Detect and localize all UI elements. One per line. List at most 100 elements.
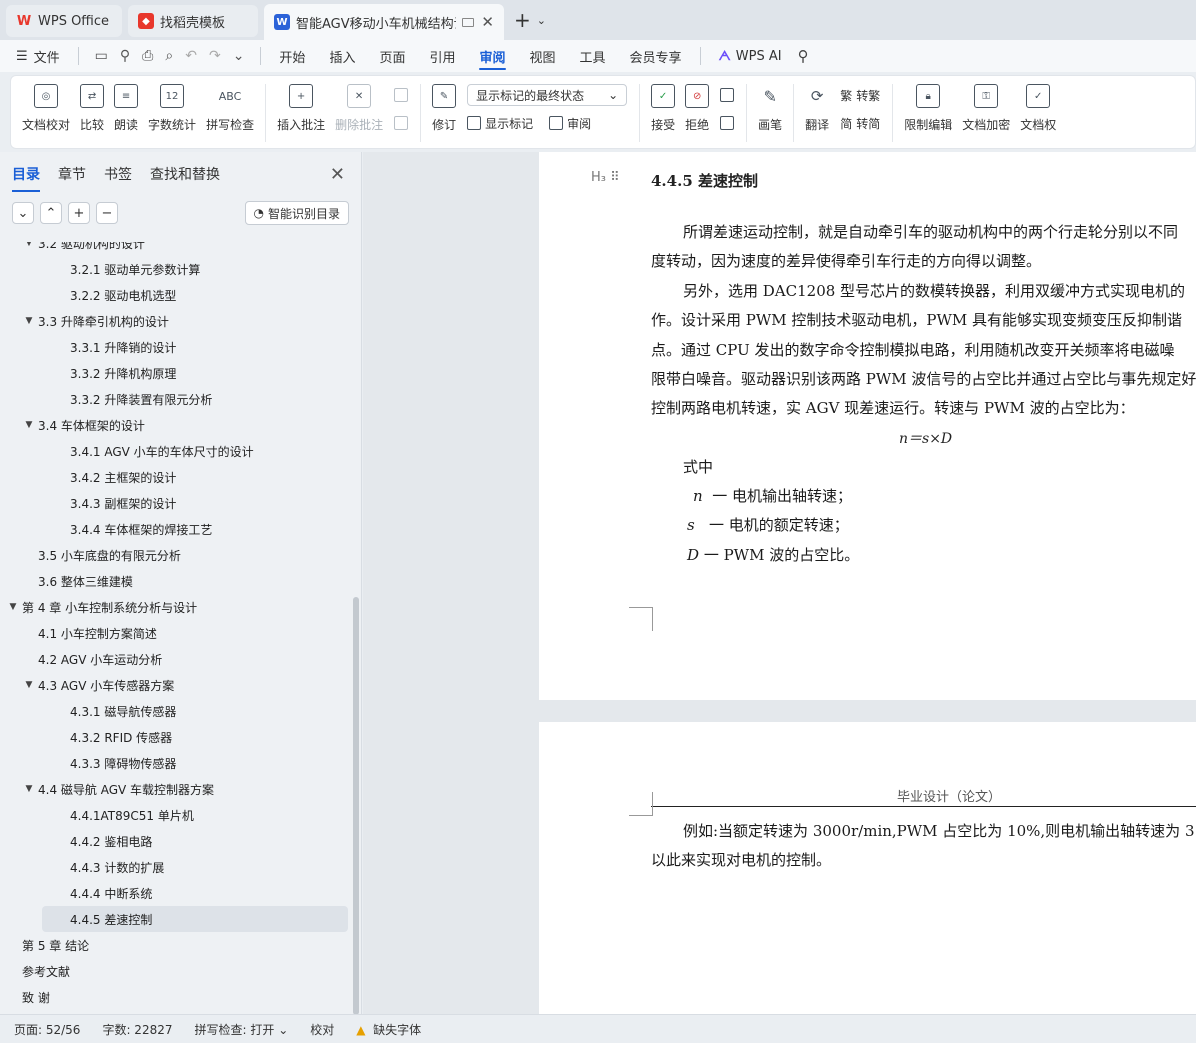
page-indicator[interactable]: 页面: 52/56	[14, 1021, 80, 1038]
toc-item[interactable]: ▼ 3.2 驱动机构的设计	[0, 242, 352, 256]
toc-item[interactable]: 3.6 整体三维建模	[0, 568, 352, 594]
show-markup-button[interactable]: 显示标记	[485, 115, 533, 132]
tab-sections[interactable]: 章节	[58, 164, 86, 184]
toc-item[interactable]: 致 谢	[0, 984, 352, 1010]
link-icon[interactable]: ⚲	[120, 48, 130, 64]
smart-toc-button[interactable]: ◔ 智能识别目录	[244, 201, 349, 225]
collapse-icon[interactable]: ⌄	[12, 202, 34, 224]
redo-icon[interactable]: ↷	[209, 48, 221, 64]
toc-item[interactable]: 4.1 小车控制方案简述	[0, 620, 352, 646]
print-icon[interactable]: ⎙	[142, 48, 153, 64]
toc-item[interactable]: 4.4.4 中断系统	[0, 880, 352, 906]
tab-daoke[interactable]: ◆ 找稻壳模板	[128, 5, 258, 37]
caret-down-icon[interactable]: ▼	[22, 242, 36, 248]
caret-down-icon[interactable]: ▼	[6, 602, 20, 612]
toc-item[interactable]: 4.4.2 鉴相电路	[0, 828, 352, 854]
encrypt-button[interactable]: ⚿ 文档加密	[957, 84, 1015, 133]
toc-item[interactable]: 3.5 小车底盘的有限元分析	[0, 542, 352, 568]
toc-item[interactable]: 4.3.1 磁导航传感器	[0, 698, 352, 724]
review-pane-button[interactable]: 审阅	[567, 115, 591, 132]
word-count-button[interactable]: 12 字数统计	[143, 84, 201, 133]
wps-ai-button[interactable]: ᗅ WPS AI	[707, 40, 794, 72]
caret-down-icon[interactable]: ▼	[22, 316, 36, 326]
to-traditional-button[interactable]: 繁 转繁	[840, 84, 880, 106]
caret-down-icon[interactable]: ▼	[22, 680, 36, 690]
proofread-button[interactable]: ◎ 文档校对	[17, 84, 75, 133]
markup-select[interactable]: 显示标记的最终状态 ⌄	[467, 84, 628, 106]
search-icon[interactable]: ⚲	[798, 47, 809, 65]
toc-item[interactable]: 4.3.2 RFID 传感器	[0, 724, 352, 750]
menu-tools[interactable]: 工具	[568, 40, 618, 72]
proofread-status[interactable]: 校对	[310, 1021, 334, 1038]
toc-item[interactable]: 3.4.3 副框架的设计	[0, 490, 352, 516]
document-area[interactable]: H₃ ⠿ 4.4.5 差速控制 所谓差速运动控制，就是自动牵引车的驱动机构中的两…	[363, 152, 1196, 1014]
doc-permission-button[interactable]: ✓ 文档权	[1015, 84, 1061, 133]
menu-member[interactable]: 会员专享	[618, 40, 694, 72]
reject-button[interactable]: ⊘ 拒绝	[680, 84, 714, 133]
to-simplified-button[interactable]: 简 转简	[840, 112, 880, 134]
new-tab-icon[interactable]: +	[514, 8, 531, 32]
compare-button[interactable]: ⇄ 比较	[75, 84, 109, 133]
tab-find-replace[interactable]: 查找和替换	[150, 164, 220, 184]
prev-comment-icon[interactable]	[394, 88, 409, 102]
menu-view[interactable]: 视图	[518, 40, 568, 72]
toc-item[interactable]: 3.2.2 驱动电机选型	[0, 282, 352, 308]
tab-wps-office[interactable]: W WPS Office	[6, 5, 122, 37]
spell-check-toggle[interactable]: 拼写检查: 打开 ⌄	[195, 1021, 289, 1038]
accept-button[interactable]: ✓ 接受	[646, 84, 680, 133]
word-count-indicator[interactable]: 字数: 22827	[102, 1021, 172, 1038]
remove-heading-icon[interactable]: −	[96, 202, 118, 224]
toc-item[interactable]: 参考文献	[0, 958, 352, 984]
toc-item[interactable]: 第 5 章 结论	[0, 932, 352, 958]
document-page[interactable]: 毕业设计（论文） 例如:当额定转速为 3000r/min,PWM 占空比为 10…	[539, 722, 1196, 1014]
scrollbar[interactable]	[353, 597, 359, 1015]
toc-item[interactable]: ▼ 3.3 升降牵引机构的设计	[0, 308, 352, 334]
toc-item[interactable]: 4.4.5 差速控制	[42, 906, 348, 932]
add-heading-icon[interactable]: +	[68, 202, 90, 224]
next-revision-icon[interactable]	[720, 116, 735, 130]
toc-item[interactable]: 3.3.1 升降销的设计	[0, 334, 352, 360]
document-page[interactable]: H₃ ⠿ 4.4.5 差速控制 所谓差速运动控制，就是自动牵引车的驱动机构中的两…	[539, 152, 1196, 700]
print-preview-icon[interactable]: ⌕	[165, 48, 173, 64]
spell-check-button[interactable]: ABC 拼写检查	[201, 84, 259, 133]
tab-toc[interactable]: 目录	[12, 164, 40, 192]
restrict-edit-button[interactable]: 🔒︎ 限制编辑	[899, 84, 957, 133]
next-comment-icon[interactable]	[394, 116, 409, 130]
toc-item[interactable]: ▼ 第 4 章 小车控制系统分析与设计	[0, 594, 352, 620]
delete-comment-button[interactable]: ✕ 删除批注	[330, 84, 388, 133]
menu-reference[interactable]: 引用	[417, 40, 467, 72]
chevron-down-icon[interactable]: ⌄	[233, 48, 245, 64]
tab-document[interactable]: W 智能AGV移动小车机械结构设 ✕	[264, 4, 504, 40]
chevron-down-icon[interactable]: ⌄	[537, 14, 546, 27]
undo-icon[interactable]: ↶	[185, 48, 197, 64]
caret-down-icon[interactable]: ▼	[22, 784, 36, 794]
expand-up-icon[interactable]: ⌃	[40, 202, 62, 224]
toc-item[interactable]: ▼ 4.3 AGV 小车传感器方案	[0, 672, 352, 698]
menu-page[interactable]: 页面	[367, 40, 417, 72]
toc-item[interactable]: 3.4.2 主框架的设计	[0, 464, 352, 490]
insert-comment-button[interactable]: + 插入批注	[272, 84, 330, 133]
toc-item[interactable]: 3.3.2 升降机构原理	[0, 360, 352, 386]
menu-insert[interactable]: 插入	[317, 40, 367, 72]
file-menu[interactable]: ☰ 文件	[0, 40, 72, 72]
toc-item[interactable]: 4.4.1AT89C51 单片机	[0, 802, 352, 828]
caret-down-icon[interactable]: ▼	[22, 420, 36, 430]
missing-font-indicator[interactable]: ▲ 缺失字体	[356, 1021, 421, 1038]
tab-bookmarks[interactable]: 书签	[104, 164, 132, 184]
toc-item[interactable]: 3.3.2 升降装置有限元分析	[0, 386, 352, 412]
toc-item[interactable]: 3.4.4 车体框架的焊接工艺	[0, 516, 352, 542]
prev-revision-icon[interactable]	[720, 88, 735, 102]
save-icon[interactable]: ▭	[95, 48, 108, 64]
menu-review[interactable]: 审阅	[467, 40, 517, 72]
close-icon[interactable]: ✕	[330, 164, 345, 185]
translate-button[interactable]: ⟳ 翻译	[800, 84, 834, 133]
read-aloud-button[interactable]: ≡ 朗读	[109, 84, 143, 133]
revise-button[interactable]: ✎ 修订	[427, 84, 461, 133]
toc-item[interactable]: 4.3.3 障碍物传感器	[0, 750, 352, 776]
pen-button[interactable]: ✎ 画笔	[753, 84, 787, 133]
menu-start[interactable]: 开始	[267, 40, 317, 72]
toc-item[interactable]: 4.2 AGV 小车运动分析	[0, 646, 352, 672]
toc-item[interactable]: ▼ 3.4 车体框架的设计	[0, 412, 352, 438]
toc-item[interactable]: 3.2.1 驱动单元参数计算	[0, 256, 352, 282]
close-tab-icon[interactable]: ✕	[481, 13, 494, 31]
